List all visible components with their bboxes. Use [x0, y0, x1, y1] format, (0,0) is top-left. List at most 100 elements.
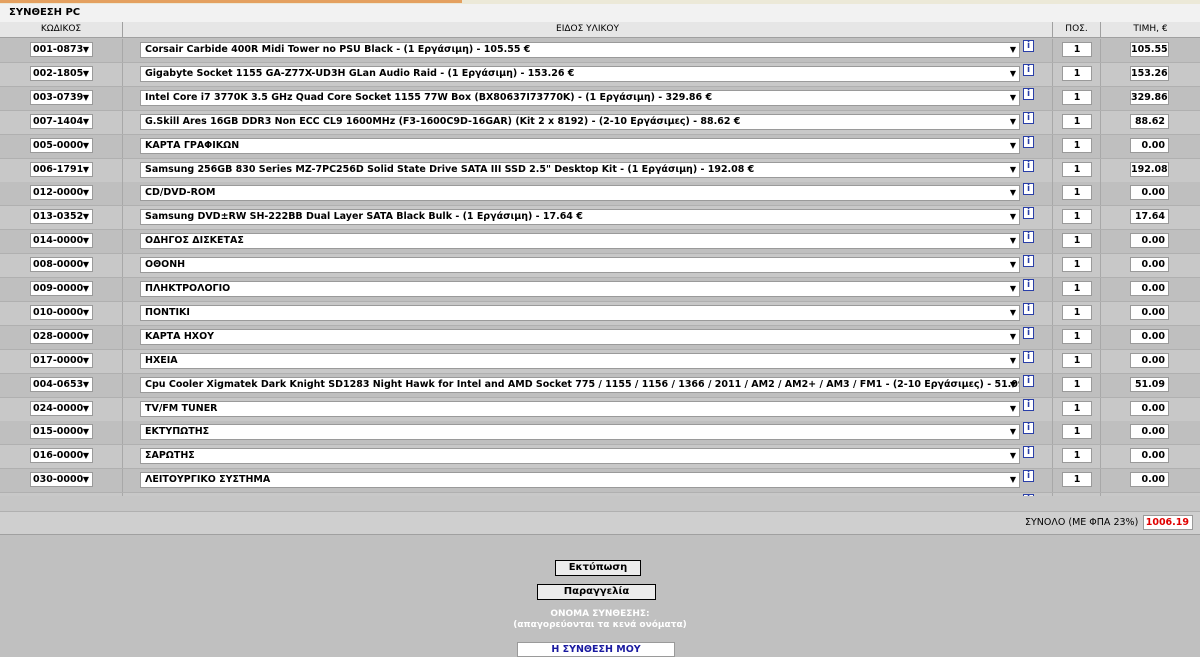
quantity-input[interactable]: 1 — [1062, 113, 1092, 129]
code-select[interactable]: 010-0000 ▼ — [30, 304, 93, 320]
info-icon[interactable]: i — [1023, 422, 1034, 435]
info-icon[interactable]: i — [1023, 279, 1034, 291]
quantity-input[interactable]: 1 — [1062, 448, 1092, 464]
info-icon[interactable]: i — [1023, 111, 1034, 124]
quantity-input[interactable]: 1 — [1062, 352, 1092, 368]
item-select[interactable]: ΚΑΡΤΑ ΓΡΑΦΙΚΩΝ ▼ — [140, 137, 1020, 154]
code-select[interactable]: 028-0000 ▼ — [30, 328, 93, 344]
info-icon[interactable]: i — [1023, 231, 1034, 244]
item-select[interactable]: Corsair Carbide 400R Midi Tower no PSU B… — [140, 42, 1020, 58]
code-select[interactable]: 001-0873 ▼ — [30, 42, 93, 57]
code-select[interactable]: 012-0000 ▼ — [30, 185, 93, 201]
chevron-down-icon: ▼ — [82, 427, 90, 437]
chevron-down-icon: ▼ — [82, 188, 90, 198]
quantity-input[interactable]: 1 — [1062, 304, 1092, 320]
chevron-down-icon: ▼ — [1009, 164, 1017, 174]
item-select[interactable]: ΠΛΗΚΤΡΟΛΟΓΙΟ ▼ — [140, 281, 1020, 297]
code-select[interactable]: 016-0000 ▼ — [30, 448, 93, 464]
info-icon[interactable]: i — [1023, 470, 1034, 483]
code-select[interactable]: 017-0000 ▼ — [30, 352, 93, 368]
column-divider — [1052, 134, 1053, 158]
info-icon[interactable]: i — [1023, 302, 1034, 315]
item-select[interactable]: ΚΑΡΤΑ ΗΧΟΥ ▼ — [140, 328, 1020, 345]
item-select[interactable]: ΠΟΝΤΙΚΙ ▼ — [140, 304, 1020, 321]
column-divider — [1052, 62, 1053, 86]
code-select[interactable]: 013-0352 ▼ — [30, 209, 93, 225]
item-value: Intel Core i7 3770K 3.5 GHz Quad Core So… — [145, 91, 713, 103]
chevron-down-icon: ▼ — [82, 140, 90, 150]
quantity-input[interactable]: 1 — [1062, 161, 1092, 177]
code-select[interactable]: 002-1805 ▼ — [30, 65, 93, 81]
column-divider — [1100, 325, 1101, 349]
info-icon[interactable]: i — [1023, 255, 1034, 268]
item-select[interactable]: ΣΑΡΩΤΗΣ ▼ — [140, 448, 1020, 465]
info-icon[interactable]: i — [1023, 326, 1034, 339]
info-icon[interactable]: i — [1023, 398, 1034, 411]
chevron-down-icon: ▼ — [1009, 284, 1017, 293]
column-divider — [122, 206, 123, 230]
quantity-input[interactable]: 1 — [1062, 65, 1092, 81]
quantity-input[interactable]: 1 — [1062, 472, 1092, 488]
info-icon[interactable]: i — [1023, 135, 1034, 148]
item-select[interactable]: G.Skill Ares 16GB DDR3 Non ECC CL9 1600M… — [140, 113, 1020, 130]
item-select[interactable]: ΟΔΗΓΟΣ ΔΙΣΚΕΤΑΣ ▼ — [140, 233, 1020, 250]
chevron-down-icon: ▼ — [82, 236, 90, 246]
code-value: 009-0000 — [33, 283, 84, 294]
quantity-input[interactable]: 1 — [1062, 400, 1092, 416]
code-select[interactable]: 024-0000 ▼ — [30, 400, 93, 416]
code-select[interactable]: 005-0000 ▼ — [30, 137, 93, 153]
table-row: 028-0000 ▼ ΚΑΡΤΑ ΗΧΟΥ ▼ i 1 0.00 — [0, 325, 1200, 350]
quantity-input[interactable]: 1 — [1062, 257, 1092, 273]
code-select[interactable]: 009-0000 ▼ — [30, 281, 93, 296]
item-select[interactable]: ΕΚΤΥΠΩΤΗΣ ▼ — [140, 424, 1020, 441]
info-icon[interactable]: i — [1023, 446, 1034, 459]
info-icon[interactable]: i — [1023, 350, 1034, 363]
item-select[interactable]: Samsung DVD±RW SH-222BB Dual Layer SATA … — [140, 209, 1020, 226]
item-value: Samsung 256GB 830 Series MZ-7PC256D Soli… — [145, 163, 755, 175]
column-divider — [122, 325, 123, 349]
info-icon[interactable]: i — [1023, 374, 1034, 387]
code-select[interactable]: 004-0653 ▼ — [30, 376, 93, 392]
code-select[interactable]: 014-0000 ▼ — [30, 233, 93, 249]
info-icon[interactable]: i — [1023, 63, 1034, 76]
code-select[interactable]: 008-0000 ▼ — [30, 257, 93, 273]
order-button[interactable]: Παραγγελία — [537, 584, 656, 600]
code-select[interactable]: 007-1404 ▼ — [30, 113, 93, 129]
quantity-input[interactable]: 1 — [1062, 185, 1092, 201]
item-select[interactable]: TV/FM TUNER ▼ — [140, 400, 1020, 417]
code-value: 012-0000 — [33, 187, 84, 199]
info-icon[interactable]: i — [1023, 159, 1034, 172]
print-button[interactable]: Εκτύπωση — [555, 560, 641, 576]
info-icon[interactable]: i — [1023, 40, 1034, 52]
quantity-input[interactable]: 1 — [1062, 42, 1092, 57]
item-select[interactable]: Samsung 256GB 830 Series MZ-7PC256D Soli… — [140, 161, 1020, 178]
item-select[interactable]: ΗΧΕΙΑ ▼ — [140, 352, 1020, 369]
item-select[interactable]: CD/DVD-ROM ▼ — [140, 185, 1020, 202]
item-select[interactable]: Intel Core i7 3770K 3.5 GHz Quad Core So… — [140, 89, 1020, 106]
code-select[interactable]: 003-0739 ▼ — [30, 89, 93, 105]
info-icon[interactable]: i — [1023, 183, 1034, 196]
quantity-input[interactable]: 1 — [1062, 233, 1092, 249]
quantity-input[interactable]: 1 — [1062, 376, 1092, 392]
quantity-input[interactable]: 1 — [1062, 281, 1092, 296]
quantity-input[interactable]: 1 — [1062, 209, 1092, 225]
column-divider — [122, 421, 123, 445]
code-select[interactable]: 030-0000 ▼ — [30, 472, 93, 488]
info-icon[interactable]: i — [1023, 207, 1034, 220]
item-value: Cpu Cooler Xigmatek Dark Knight SD1283 N… — [145, 378, 1020, 390]
column-divider — [1052, 230, 1053, 254]
info-icon[interactable]: i — [1023, 87, 1034, 100]
quantity-input[interactable]: 1 — [1062, 137, 1092, 153]
quantity-input[interactable]: 1 — [1062, 424, 1092, 440]
code-select[interactable]: 006-1791 ▼ — [30, 161, 93, 177]
item-select[interactable]: ΟΘΟΝΗ ▼ — [140, 257, 1020, 274]
item-select[interactable]: ΛΕΙΤΟΥΡΓΙΚΟ ΣΥΣΤΗΜΑ ▼ — [140, 472, 1020, 489]
quantity-input[interactable]: 1 — [1062, 328, 1092, 344]
item-select[interactable]: Cpu Cooler Xigmatek Dark Knight SD1283 N… — [140, 376, 1020, 393]
config-name-input[interactable]: Η ΣΥΝΘΕΣΗ ΜΟΥ — [517, 642, 675, 657]
column-divider — [1052, 349, 1053, 373]
item-select[interactable]: Gigabyte Socket 1155 GA-Z77X-UD3H GLan A… — [140, 65, 1020, 82]
quantity-input[interactable]: 1 — [1062, 89, 1092, 105]
code-select[interactable]: 015-0000 ▼ — [30, 424, 93, 440]
column-divider — [1052, 301, 1053, 325]
